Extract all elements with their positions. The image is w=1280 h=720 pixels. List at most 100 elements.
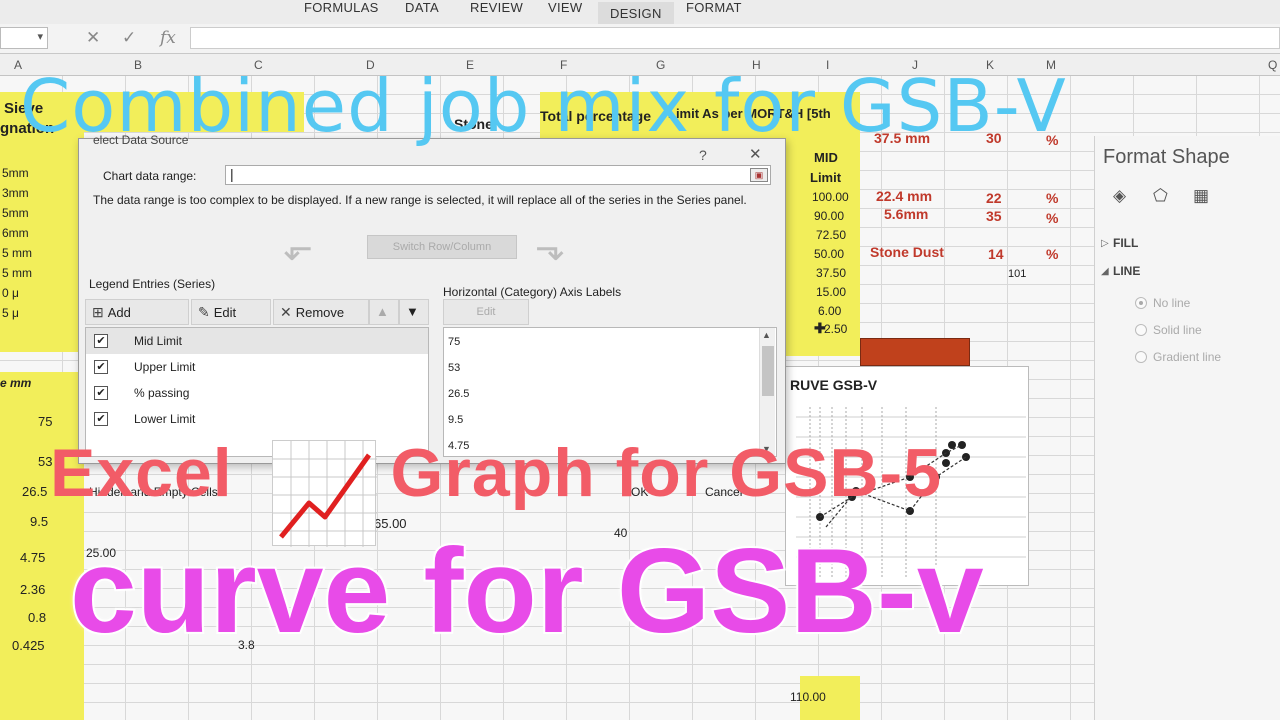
remove-button[interactable]: ✕ Remove	[273, 299, 369, 325]
fill-section[interactable]: FILL	[1113, 236, 1138, 250]
axis-edit-button[interactable]: Edit	[443, 299, 529, 325]
move-down-button[interactable]: ▼	[399, 299, 429, 325]
caption-bottom: curve for GSB-v	[68, 522, 986, 660]
name-box[interactable]: ▾	[0, 27, 48, 49]
mix-value[interactable]: 35	[986, 208, 1002, 224]
fill-bucket-icon[interactable]: ◈	[1113, 186, 1126, 206]
sieve-cell[interactable]: 75	[38, 414, 52, 429]
mid-header-2: Limit	[810, 170, 842, 185]
sieve-cell[interactable]: 4.75	[20, 550, 45, 565]
checkbox[interactable]: ✔	[94, 386, 108, 400]
mix-name[interactable]: 5.6mm	[884, 206, 928, 222]
mix-total[interactable]: 101	[1008, 268, 1026, 280]
tab-view[interactable]: VIEW	[548, 0, 582, 15]
mix-unit[interactable]: %	[1046, 246, 1058, 262]
radio-no-line[interactable]	[1135, 297, 1147, 309]
sieve-cell[interactable]: 2.36	[20, 582, 45, 597]
mix-unit[interactable]: %	[1046, 190, 1058, 206]
help-icon[interactable]: ?	[699, 147, 707, 163]
cancel-icon[interactable]: ✕	[86, 28, 100, 48]
axis-labels-label: Horizontal (Category) Axis Labels	[443, 285, 622, 299]
mid-cell[interactable]: 15.00	[816, 285, 846, 299]
tab-review[interactable]: REVIEW	[470, 0, 523, 15]
move-up-button[interactable]: ▲	[369, 299, 399, 325]
checkbox[interactable]: ✔	[94, 360, 108, 374]
caption-middle: Excel Graph for GSB-5	[50, 434, 1100, 512]
size-cell[interactable]: 6mm	[2, 226, 29, 240]
mix-name[interactable]: 22.4 mm	[876, 188, 932, 204]
list-item[interactable]: 53	[448, 362, 460, 374]
series-label: Upper Limit	[134, 360, 196, 374]
size-properties-icon[interactable]: ▦	[1193, 186, 1209, 206]
checkbox[interactable]: ✔	[94, 334, 108, 348]
edit-icon: ✎	[198, 304, 210, 320]
mix-value[interactable]: 14	[988, 246, 1004, 262]
color-block[interactable]	[860, 338, 970, 366]
chart-range-input[interactable]: | ▣	[225, 165, 771, 185]
radio-gradient-line[interactable]	[1135, 351, 1147, 363]
mid-cell[interactable]: 72.50	[816, 228, 846, 242]
mix-value[interactable]: 22	[986, 190, 1002, 206]
caption-excel: Excel	[50, 435, 233, 511]
size-cell[interactable]: 5 mm	[2, 266, 32, 280]
mid-cell[interactable]: 6.00	[818, 304, 841, 318]
list-item[interactable]: 26.5	[448, 388, 469, 400]
sieve-cell[interactable]: 9.5	[30, 514, 48, 529]
chart-title[interactable]: RUVE GSB-V	[790, 377, 877, 393]
cursor-icon: ✚	[814, 320, 826, 336]
list-item[interactable]: 75	[448, 336, 460, 348]
scroll-thumb[interactable]	[762, 346, 774, 396]
select-data-source-dialog: elect Data Source ? ✕ Chart data range: …	[78, 133, 786, 499]
mid-cell[interactable]: 100.00	[812, 190, 849, 204]
sieve-cell[interactable]: 0.425	[12, 638, 45, 653]
formula-input[interactable]	[190, 27, 1280, 49]
tab-format[interactable]: FORMAT	[686, 0, 742, 15]
edit-button[interactable]: ✎ Edit	[191, 299, 271, 325]
size-cell[interactable]: 0 μ	[2, 286, 19, 300]
list-item[interactable]: ✔ Upper Limit	[86, 354, 428, 380]
size-cell[interactable]: 3mm	[2, 186, 29, 200]
sieve-cell[interactable]: 26.5	[22, 484, 47, 499]
radio-label[interactable]: No line	[1153, 296, 1190, 310]
mid-cell[interactable]: 37.50	[816, 266, 846, 280]
line-section[interactable]: LINE	[1113, 264, 1140, 278]
range-select-icon[interactable]: ▣	[750, 168, 768, 182]
arrow-left-icon: ⬐	[283, 227, 314, 268]
tab-data[interactable]: DATA	[405, 0, 439, 15]
list-item[interactable]: ✔ Lower Limit	[86, 406, 428, 432]
list-item[interactable]: 9.5	[448, 414, 463, 426]
size-cell[interactable]: 5 μ	[2, 306, 19, 320]
size-cell[interactable]: 5 mm	[2, 246, 32, 260]
radio-label[interactable]: Solid line	[1153, 323, 1202, 337]
fx-icon[interactable]: fx	[160, 28, 176, 48]
size-cell[interactable]: 5mm	[2, 166, 29, 180]
value-cell[interactable]: 110.00	[790, 690, 826, 704]
mid-header: MID	[814, 150, 838, 165]
text-caret: |	[230, 166, 234, 182]
sieve-cell[interactable]: 0.8	[28, 610, 46, 625]
mid-cell[interactable]: 90.00	[814, 209, 844, 223]
chevron-down-icon[interactable]: ▾	[37, 30, 43, 43]
tab-formulas[interactable]: FORMULAS	[304, 0, 379, 15]
mix-unit[interactable]: %	[1046, 210, 1058, 226]
add-button[interactable]: ⊞ Add	[85, 299, 189, 325]
expand-arrow-icon[interactable]: ▷	[1101, 238, 1109, 249]
radio-label[interactable]: Gradient line	[1153, 350, 1221, 364]
collapse-arrow-icon[interactable]: ◢	[1101, 266, 1109, 277]
enter-icon[interactable]: ✓	[122, 28, 136, 48]
pentagon-icon[interactable]: ⬠	[1153, 186, 1168, 206]
size-cell[interactable]: 5mm	[2, 206, 29, 220]
tab-design[interactable]: DESIGN	[598, 2, 674, 25]
series-label: Lower Limit	[134, 412, 196, 426]
format-shape-pane: Format Shape ◈ ⬠ ▦ ▷ FILL ◢ LINE No line…	[1094, 136, 1280, 720]
scroll-up-icon[interactable]: ▲	[762, 330, 771, 340]
checkbox[interactable]: ✔	[94, 412, 108, 426]
mid-cell[interactable]: 2.50	[824, 322, 847, 336]
list-item[interactable]: ✔ Mid Limit	[86, 328, 428, 354]
radio-solid-line[interactable]	[1135, 324, 1147, 336]
mid-cell[interactable]: 50.00	[814, 247, 844, 261]
list-item[interactable]: ✔ % passing	[86, 380, 428, 406]
mix-name[interactable]: Stone Dust	[870, 244, 944, 260]
col-header[interactable]: Q	[1268, 58, 1277, 72]
switch-row-column-button[interactable]: Switch Row/Column	[367, 235, 517, 259]
